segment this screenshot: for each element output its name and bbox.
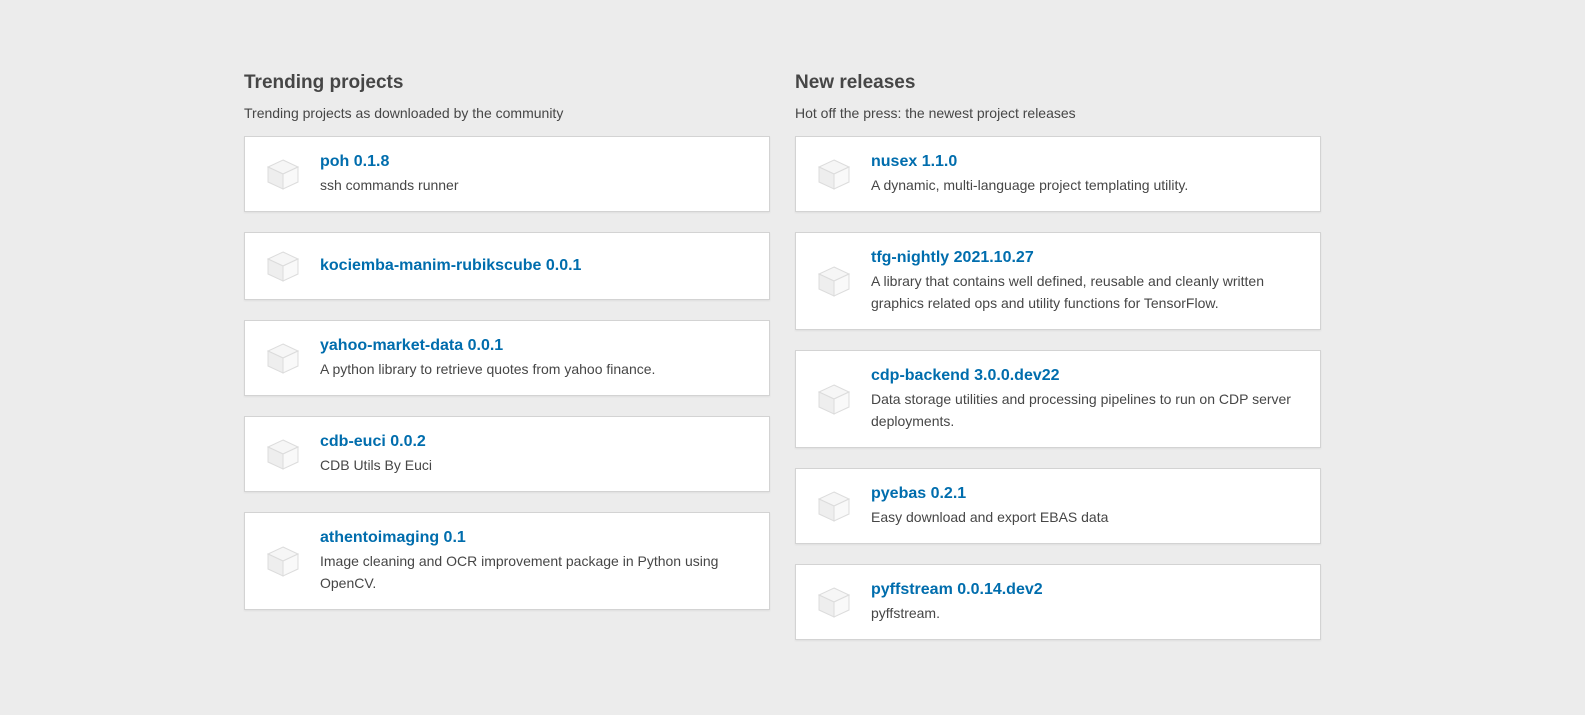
release-card-text: pyebas 0.2.1 Easy download and export EB…	[871, 484, 1300, 528]
package-box-icon	[265, 248, 301, 284]
project-description: Image cleaning and OCR improvement packa…	[320, 553, 719, 591]
trending-projects-list: poh 0.1.8 ssh commands runner kociemba-m…	[244, 136, 770, 610]
package-box-icon	[265, 156, 301, 192]
release-card-text: cdp-backend 3.0.0.dev22 Data storage uti…	[871, 366, 1300, 432]
project-card[interactable]: kociemba-manim-rubikscube 0.0.1	[244, 232, 770, 300]
project-name-link[interactable]: poh 0.1.8	[320, 152, 749, 172]
release-name-link[interactable]: pyebas 0.2.1	[871, 484, 1300, 504]
new-releases-subtitle: Hot off the press: the newest project re…	[795, 105, 1076, 121]
package-box-icon	[265, 340, 301, 376]
project-card[interactable]: cdb-euci 0.0.2 CDB Utils By Euci	[244, 416, 770, 492]
release-name-link[interactable]: cdp-backend 3.0.0.dev22	[871, 366, 1300, 386]
package-box-icon	[816, 381, 852, 417]
release-name-link[interactable]: tfg-nightly 2021.10.27	[871, 248, 1300, 268]
trending-projects-title: Trending projects	[244, 72, 404, 93]
project-name-link[interactable]: yahoo-market-data 0.0.1	[320, 336, 749, 356]
package-box-icon	[816, 263, 852, 299]
release-description: Data storage utilities and processing pi…	[871, 391, 1291, 429]
project-name-link[interactable]: kociemba-manim-rubikscube 0.0.1	[320, 256, 749, 276]
project-card[interactable]: yahoo-market-data 0.0.1 A python library…	[244, 320, 770, 396]
release-description: pyffstream.	[871, 605, 940, 621]
project-card[interactable]: poh 0.1.8 ssh commands runner	[244, 136, 770, 212]
release-card-text: tfg-nightly 2021.10.27 A library that co…	[871, 248, 1300, 314]
release-card[interactable]: pyebas 0.2.1 Easy download and export EB…	[795, 468, 1321, 544]
project-card-text: athentoimaging 0.1 Image cleaning and OC…	[320, 528, 749, 594]
package-box-icon	[816, 488, 852, 524]
main-content: Trending projects Trending projects as d…	[244, 70, 1322, 660]
release-card[interactable]: nusex 1.1.0 A dynamic, multi-language pr…	[795, 136, 1321, 212]
release-name-link[interactable]: pyffstream 0.0.14.dev2	[871, 580, 1300, 600]
project-card-text: cdb-euci 0.0.2 CDB Utils By Euci	[320, 432, 749, 476]
project-description: ssh commands runner	[320, 177, 459, 193]
project-description: A python library to retrieve quotes from…	[320, 361, 656, 377]
project-card-text: poh 0.1.8 ssh commands runner	[320, 152, 749, 196]
project-description: CDB Utils By Euci	[320, 457, 433, 473]
release-name-link[interactable]: nusex 1.1.0	[871, 152, 1300, 172]
project-name-link[interactable]: cdb-euci 0.0.2	[320, 432, 749, 452]
release-card[interactable]: pyffstream 0.0.14.dev2 pyffstream.	[795, 564, 1321, 640]
project-card-text: kociemba-manim-rubikscube 0.0.1	[320, 256, 749, 276]
release-card-text: nusex 1.1.0 A dynamic, multi-language pr…	[871, 152, 1300, 196]
new-releases-section: New releases Hot off the press: the newe…	[795, 70, 1321, 660]
project-card[interactable]: athentoimaging 0.1 Image cleaning and OC…	[244, 512, 770, 610]
new-releases-list: nusex 1.1.0 A dynamic, multi-language pr…	[795, 136, 1321, 640]
project-name-link[interactable]: athentoimaging 0.1	[320, 528, 749, 548]
release-card-text: pyffstream 0.0.14.dev2 pyffstream.	[871, 580, 1300, 624]
trending-projects-subtitle: Trending projects as downloaded by the c…	[244, 105, 564, 121]
package-box-icon	[816, 156, 852, 192]
release-description: Easy download and export EBAS data	[871, 509, 1109, 525]
release-description: A dynamic, multi-language project templa…	[871, 177, 1189, 193]
package-box-icon	[816, 584, 852, 620]
package-box-icon	[265, 436, 301, 472]
trending-projects-section: Trending projects Trending projects as d…	[244, 70, 770, 660]
new-releases-title: New releases	[795, 72, 916, 93]
package-box-icon	[265, 543, 301, 579]
release-card[interactable]: cdp-backend 3.0.0.dev22 Data storage uti…	[795, 350, 1321, 448]
release-card[interactable]: tfg-nightly 2021.10.27 A library that co…	[795, 232, 1321, 330]
project-card-text: yahoo-market-data 0.0.1 A python library…	[320, 336, 749, 380]
release-description: A library that contains well defined, re…	[871, 273, 1264, 311]
